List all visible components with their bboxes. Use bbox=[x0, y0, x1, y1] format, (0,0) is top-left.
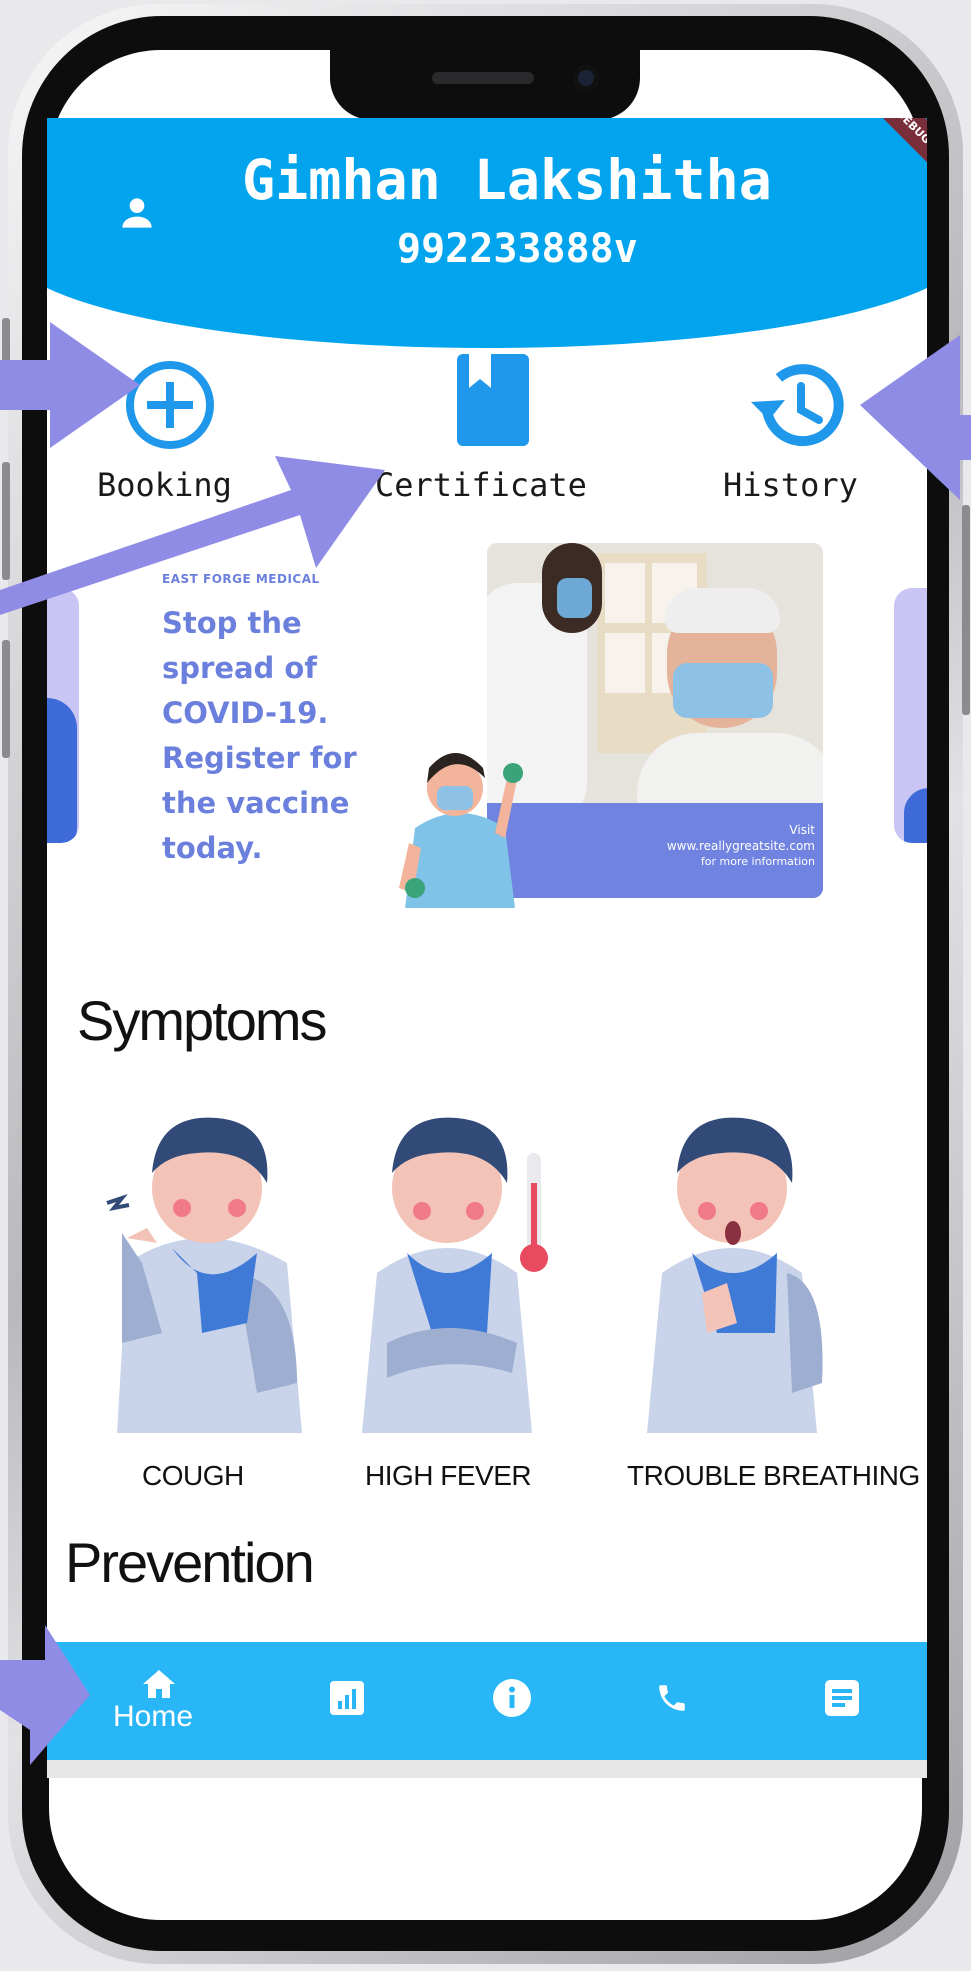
panel-more-info: for more information bbox=[700, 855, 815, 868]
nav-bottom-strip bbox=[47, 1760, 927, 1778]
nav-item-info[interactable] bbox=[477, 1663, 547, 1733]
user-name: Gimhan Lakshitha bbox=[242, 148, 772, 212]
speaker-grille bbox=[432, 72, 534, 84]
phone-side-button bbox=[2, 462, 10, 580]
booking-button[interactable]: Booking bbox=[97, 348, 277, 518]
symptoms-title: Symptoms bbox=[77, 989, 327, 1052]
banner-headline-line: Register for bbox=[162, 741, 357, 775]
cough-illustration bbox=[106, 1117, 302, 1433]
symptom-card-cough[interactable]: COUGH bbox=[87, 1093, 317, 1491]
bookmark-book-icon bbox=[457, 354, 529, 446]
banner-headline-line: COVID-19. bbox=[162, 696, 329, 730]
booking-label: Booking bbox=[97, 466, 232, 504]
symptom-card-breathing[interactable]: TROUBLE BREATHING bbox=[627, 1093, 920, 1491]
banner-headline-line: the vaccine bbox=[162, 786, 350, 820]
breathing-illustration bbox=[647, 1117, 823, 1433]
phone-side-button bbox=[2, 318, 10, 382]
banner-headline-line: spread of bbox=[162, 651, 317, 685]
phone-side-button bbox=[2, 640, 10, 758]
carousel-next-card[interactable] bbox=[894, 588, 927, 843]
nurse-illustration bbox=[399, 753, 523, 908]
panel-site: www.reallygreatsite.com bbox=[666, 839, 815, 853]
prevention-title: Prevention bbox=[65, 1531, 315, 1594]
certificate-label: Certificate bbox=[375, 466, 587, 504]
document-icon bbox=[825, 1680, 859, 1716]
fever-illustration bbox=[362, 1117, 548, 1433]
phone-icon bbox=[659, 1685, 685, 1711]
add-circle-icon bbox=[126, 361, 214, 449]
info-icon bbox=[493, 1679, 531, 1717]
banner-headline-line: today. bbox=[162, 831, 263, 865]
app-screen: DEBUG Gimhan Lakshitha 992233888v Bookin… bbox=[47, 118, 927, 1778]
nav-item-contact[interactable] bbox=[637, 1663, 707, 1733]
panel-visit: Visit bbox=[789, 823, 815, 837]
history-button[interactable]: History bbox=[707, 348, 877, 518]
banner-headline-line: Stop the bbox=[162, 606, 302, 640]
certificate-button[interactable]: Certificate bbox=[375, 348, 635, 518]
person-icon bbox=[122, 198, 152, 228]
history-clock-icon bbox=[751, 364, 844, 447]
banner-brand: EAST FORGE MEDICAL bbox=[162, 572, 320, 586]
phone-side-button bbox=[962, 505, 970, 715]
nav-home-label: Home bbox=[113, 1700, 194, 1733]
home-icon bbox=[143, 1670, 175, 1698]
user-id-number: 992233888v bbox=[397, 226, 638, 272]
nav-item-statistics[interactable] bbox=[312, 1663, 382, 1733]
symptom-card-fever[interactable]: HIGH FEVER bbox=[347, 1093, 577, 1491]
history-label: History bbox=[723, 466, 858, 504]
front-camera bbox=[573, 65, 599, 91]
symptom-label: HIGH FEVER bbox=[365, 1460, 532, 1491]
doctor-patient-photo: Visit www.reallygreatsite.com for more i… bbox=[487, 543, 823, 898]
nav-item-records[interactable] bbox=[807, 1663, 877, 1733]
banner-info-panel: Visit www.reallygreatsite.com for more i… bbox=[487, 803, 823, 898]
symptom-label: COUGH bbox=[142, 1460, 244, 1491]
symptom-label: TROUBLE BREATHING bbox=[627, 1460, 920, 1491]
bar-chart-icon bbox=[330, 1681, 364, 1715]
carousel-prev-card[interactable] bbox=[47, 588, 79, 843]
